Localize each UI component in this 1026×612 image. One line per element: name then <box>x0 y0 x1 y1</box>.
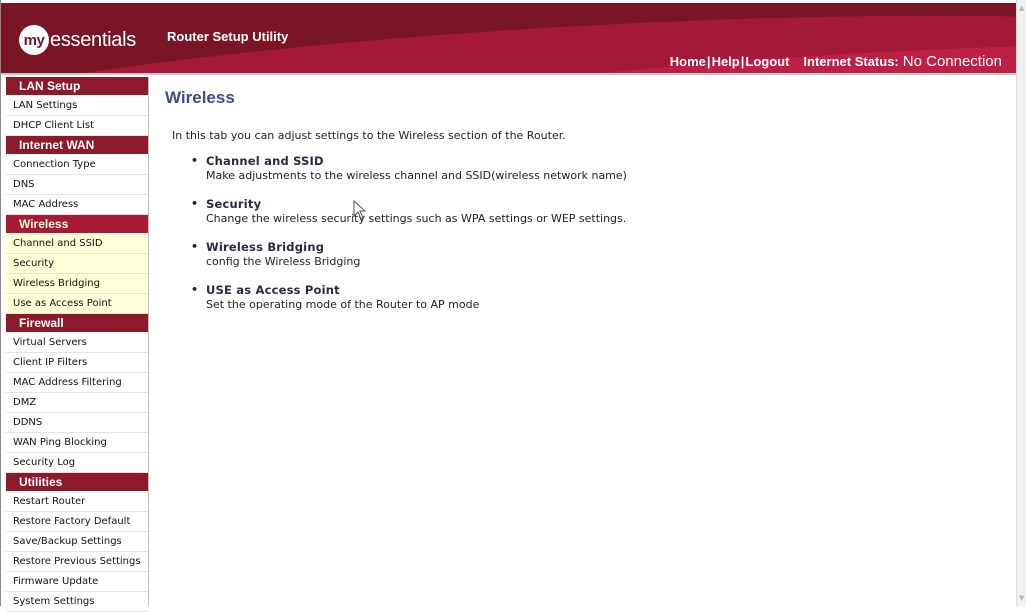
option-desc: config the Wireless Bridging <box>206 255 361 268</box>
sidebar-item-save-backup-settings[interactable]: Save/Backup Settings <box>6 532 148 552</box>
sidebar-item-system-settings[interactable]: System Settings <box>6 592 148 612</box>
sidebar-item-security[interactable]: Security <box>6 254 148 274</box>
sidebar-item-lan-settings[interactable]: LAN Settings <box>6 96 148 116</box>
sidebar-item-dhcp-client-list[interactable]: DHCP Client List <box>6 116 148 136</box>
internet-status-label: Internet Status: <box>803 54 899 69</box>
header-banner: my essentials Router Setup Utility Home … <box>1 3 1016 73</box>
sidebar-section-utilities[interactable]: Utilities <box>6 473 148 492</box>
sidebar-item-restore-factory-default[interactable]: Restore Factory Default <box>6 512 148 532</box>
nav-separator: | <box>740 54 745 69</box>
option-title-security: Security <box>206 197 262 211</box>
bullet: • <box>191 154 199 167</box>
sidebar-nav: LAN Setup LAN Settings DHCP Client List … <box>6 77 149 612</box>
home-link[interactable]: Home <box>670 54 706 69</box>
bullet: • <box>191 240 199 253</box>
scroll-down-arrow-icon[interactable]: ▼ <box>1019 594 1024 602</box>
sidebar-item-client-ip-filters[interactable]: Client IP Filters <box>6 353 148 373</box>
sidebar-item-dmz[interactable]: DMZ <box>6 393 148 413</box>
sidebar-item-channel-and-ssid[interactable]: Channel and SSID <box>6 234 148 254</box>
sidebar-item-restore-previous-settings[interactable]: Restore Previous Settings <box>6 552 148 572</box>
internet-status-value: No Connection <box>902 53 1002 70</box>
header-divider <box>1 73 1016 75</box>
logout-link[interactable]: Logout <box>745 54 789 69</box>
vertical-scrollbar[interactable]: ▲ ▼ <box>1016 0 1026 606</box>
sidebar-section-wireless[interactable]: Wireless <box>6 215 148 234</box>
option-title-use-as-access-point: USE as Access Point <box>206 283 340 297</box>
bullet: • <box>191 197 199 210</box>
sidebar-item-connection-type[interactable]: Connection Type <box>6 155 148 175</box>
sidebar-item-dns[interactable]: DNS <box>6 175 148 195</box>
list-item: • Channel and SSID Make adjustments to t… <box>191 154 1005 182</box>
help-link[interactable]: Help <box>712 54 740 69</box>
option-desc: Change the wireless security settings su… <box>206 212 627 225</box>
logo-my-circle: my <box>19 25 49 55</box>
sidebar-item-ddns[interactable]: DDNS <box>6 413 148 433</box>
option-title-channel-ssid: Channel and SSID <box>206 154 324 168</box>
list-item: • USE as Access Point Set the operating … <box>191 283 1005 311</box>
intro-text: In this tab you can adjust settings to t… <box>172 129 566 142</box>
sidebar-section-internet-wan[interactable]: Internet WAN <box>6 136 148 155</box>
mouse-pointer-icon <box>353 200 367 220</box>
option-title-wireless-bridging: Wireless Bridging <box>206 240 325 254</box>
sidebar-item-security-log[interactable]: Security Log <box>6 453 148 473</box>
list-item: • Security Change the wireless security … <box>191 197 1005 225</box>
top-nav: Home | Help | Logout Internet Status: No… <box>670 53 1002 70</box>
logo: my essentials <box>19 25 136 55</box>
wireless-options-list: • Channel and SSID Make adjustments to t… <box>191 154 1005 311</box>
sidebar-item-firmware-update[interactable]: Firmware Update <box>6 572 148 592</box>
sidebar-section-lan-setup[interactable]: LAN Setup <box>6 77 148 96</box>
sidebar-item-wireless-bridging[interactable]: Wireless Bridging <box>6 274 148 294</box>
option-desc: Make adjustments to the wireless channel… <box>206 169 627 182</box>
option-desc: Set the operating mode of the Router to … <box>206 298 480 311</box>
bullet: • <box>191 283 199 296</box>
app-title: Router Setup Utility <box>167 29 289 44</box>
page-title: Wireless <box>165 88 235 107</box>
logo-text: essentials <box>50 28 136 51</box>
sidebar-item-use-as-access-point[interactable]: Use as Access Point <box>6 294 148 314</box>
main-content: Wireless In this tab you can adjust sett… <box>165 88 1005 326</box>
scroll-up-arrow-icon[interactable]: ▲ <box>1019 4 1024 12</box>
sidebar-item-wan-ping-blocking[interactable]: WAN Ping Blocking <box>6 433 148 453</box>
sidebar-item-mac-address-filtering[interactable]: MAC Address Filtering <box>6 373 148 393</box>
sidebar-item-virtual-servers[interactable]: Virtual Servers <box>6 333 148 353</box>
sidebar-item-restart-router[interactable]: Restart Router <box>6 492 148 512</box>
sidebar-section-firewall[interactable]: Firewall <box>6 314 148 333</box>
sidebar-item-mac-address[interactable]: MAC Address <box>6 195 148 215</box>
list-item: • Wireless Bridging config the Wireless … <box>191 240 1005 268</box>
nav-separator: | <box>706 54 711 69</box>
